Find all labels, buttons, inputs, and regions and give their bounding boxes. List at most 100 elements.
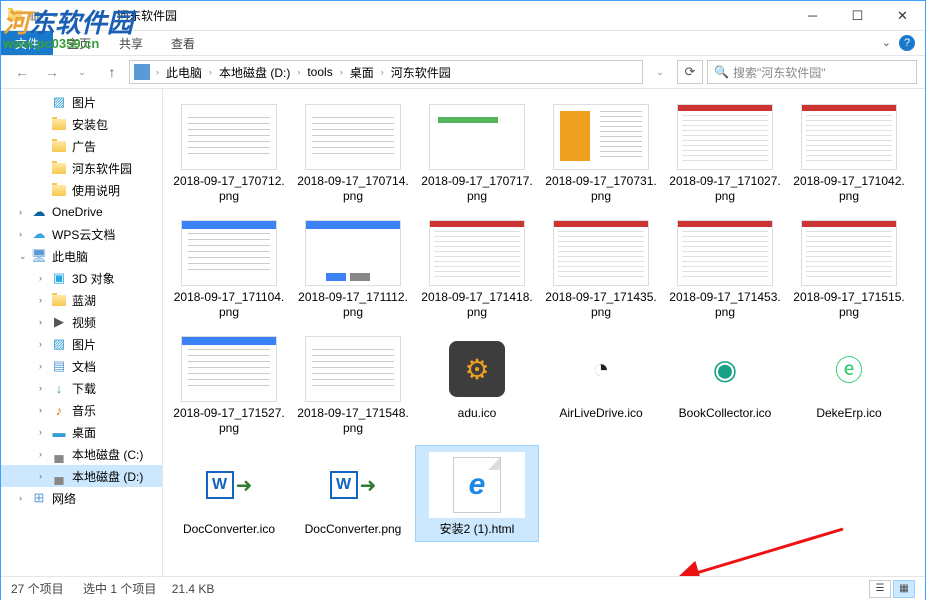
close-button[interactable]: ✕ (880, 1, 925, 31)
qat-dropdown-icon[interactable]: ▾ (67, 8, 83, 24)
3d-icon: ▣ (51, 270, 67, 286)
file-item[interactable]: ◉BookCollector.ico (663, 329, 787, 441)
documents-icon: ▤ (51, 358, 67, 374)
file-item[interactable]: W➜DocConverter.png (291, 445, 415, 542)
sidebar-item[interactable]: 安装包 (1, 113, 162, 135)
file-item[interactable]: 2018-09-17_170731.png (539, 97, 663, 209)
search-input[interactable]: 🔍 搜索"河东软件园" (707, 60, 917, 84)
thumbnail (553, 220, 649, 286)
file-item[interactable]: ⚙adu.ico (415, 329, 539, 441)
recent-dropdown-icon[interactable]: ⌄ (69, 60, 95, 84)
selection-count: 选中 1 个项目 (83, 580, 156, 597)
file-name: 2018-09-17_170717.png (420, 174, 534, 204)
thumbnail (181, 104, 277, 170)
up-button[interactable]: ↑ (99, 60, 125, 84)
file-name: 2018-09-17_170712.png (172, 174, 286, 204)
music-icon: ♪ (51, 402, 67, 418)
sidebar-item[interactable]: 使用说明 (1, 179, 162, 201)
file-name: adu.ico (458, 406, 497, 421)
videos-icon: ▶ (51, 314, 67, 330)
file-item[interactable]: W➜DocConverter.ico (167, 445, 291, 542)
file-item[interactable]: 2018-09-17_170714.png (291, 97, 415, 209)
file-item[interactable]: 2018-09-17_171027.png (663, 97, 787, 209)
breadcrumb[interactable]: › 此电脑› 本地磁盘 (D:)› tools› 桌面› 河东软件园 (129, 60, 643, 84)
sidebar-item[interactable]: ›▣3D 对象 (1, 267, 162, 289)
file-name: 2018-09-17_171112.png (296, 290, 410, 320)
address-dropdown-icon[interactable]: ⌄ (647, 60, 673, 84)
chevron-right-icon[interactable]: › (154, 67, 161, 77)
file-name: DekeErp.ico (816, 406, 881, 421)
thumbnail (677, 104, 773, 170)
help-icon[interactable]: ? (899, 35, 915, 51)
file-name: 2018-09-17_171527.png (172, 406, 286, 436)
sidebar-item[interactable]: ›▤文档 (1, 355, 162, 377)
sidebar-item[interactable]: ›▄本地磁盘 (C:) (1, 443, 162, 465)
folder-icon (51, 182, 67, 198)
file-item[interactable]: e安装2 (1).html (415, 445, 539, 542)
window-title: 河东软件园 (109, 7, 790, 24)
sidebar-item[interactable]: ›⊞网络 (1, 487, 162, 509)
file-name: AirLiveDrive.ico (559, 406, 642, 421)
ribbon-expand-icon[interactable]: ⌄ (882, 36, 891, 49)
sidebar-item[interactable]: ›蓝湖 (1, 289, 162, 311)
file-item[interactable]: 2018-09-17_171515.png (787, 213, 911, 325)
file-name: DocConverter.ico (183, 522, 275, 537)
thumbnail (305, 220, 401, 286)
file-item[interactable]: 2018-09-17_171527.png (167, 329, 291, 441)
pictures-icon: ▨ (51, 336, 67, 352)
refresh-button[interactable]: ⟳ (677, 60, 703, 84)
file-name: 2018-09-17_171104.png (172, 290, 286, 320)
file-tab[interactable]: 文件 (1, 31, 53, 55)
search-icon: 🔍 (714, 65, 729, 79)
navigation-pane[interactable]: ▨图片安装包广告河东软件园使用说明›☁OneDrive›☁WPS云文档⌄🖥此电脑… (1, 89, 163, 576)
file-item[interactable]: 2018-09-17_171548.png (291, 329, 415, 441)
minimize-button[interactable]: ─ (790, 1, 835, 31)
network-icon: ⊞ (31, 490, 47, 506)
sidebar-item[interactable]: ⌄🖥此电脑 (1, 245, 162, 267)
thumbnail: ⓔ (801, 336, 897, 402)
file-name: DocConverter.png (305, 522, 402, 537)
details-view-button[interactable]: ☰ (869, 580, 891, 598)
thumbnail: ◔ (553, 336, 649, 402)
sidebar-item[interactable]: ▨图片 (1, 91, 162, 113)
file-item[interactable]: 2018-09-17_171112.png (291, 213, 415, 325)
file-item[interactable]: 2018-09-17_170717.png (415, 97, 539, 209)
file-item[interactable]: 2018-09-17_171104.png (167, 213, 291, 325)
tab-home[interactable]: 主页 (53, 31, 105, 55)
icons-view-button[interactable]: ▦ (893, 580, 915, 598)
file-item[interactable]: 2018-09-17_171453.png (663, 213, 787, 325)
sidebar-item[interactable]: 河东软件园 (1, 157, 162, 179)
file-item[interactable]: 2018-09-17_171435.png (539, 213, 663, 325)
quick-access-toolbar: ▥ ▫ ▾ | (1, 8, 109, 24)
sidebar-item[interactable]: ›☁OneDrive (1, 201, 162, 223)
tab-share[interactable]: 共享 (105, 31, 157, 55)
desktop-icon: ▬ (51, 424, 67, 440)
file-name: 2018-09-17_171453.png (668, 290, 782, 320)
sidebar-item[interactable]: ›♪音乐 (1, 399, 162, 421)
new-folder-icon[interactable]: ▫ (47, 8, 63, 24)
file-name: BookCollector.ico (679, 406, 772, 421)
file-item[interactable]: 2018-09-17_171418.png (415, 213, 539, 325)
sidebar-item[interactable]: ›▄本地磁盘 (D:) (1, 465, 162, 487)
ribbon-tabs: 文件 主页 共享 查看 ⌄ ? (1, 31, 925, 56)
drive-icon: ▄ (51, 468, 67, 484)
maximize-button[interactable]: ☐ (835, 1, 880, 31)
properties-icon[interactable]: ▥ (27, 8, 43, 24)
tab-view[interactable]: 查看 (157, 31, 209, 55)
sidebar-item[interactable]: 广告 (1, 135, 162, 157)
thumbnail (181, 220, 277, 286)
sidebar-item[interactable]: ›▶视频 (1, 311, 162, 333)
file-name: 2018-09-17_171515.png (792, 290, 906, 320)
file-item[interactable]: ⓔ DekeErp.ico (787, 329, 911, 441)
file-list[interactable]: 2018-09-17_170712.png2018-09-17_170714.p… (163, 89, 925, 576)
file-item[interactable]: 2018-09-17_171042.png (787, 97, 911, 209)
file-item[interactable]: 2018-09-17_170712.png (167, 97, 291, 209)
downloads-icon: ↓ (51, 380, 67, 396)
sidebar-item[interactable]: ›▬桌面 (1, 421, 162, 443)
back-button[interactable]: ← (9, 60, 35, 84)
sidebar-item[interactable]: ›▨图片 (1, 333, 162, 355)
sidebar-item[interactable]: ›↓下载 (1, 377, 162, 399)
file-item[interactable]: ◔ AirLiveDrive.ico (539, 329, 663, 441)
file-name: 2018-09-17_170731.png (544, 174, 658, 204)
sidebar-item[interactable]: ›☁WPS云文档 (1, 223, 162, 245)
